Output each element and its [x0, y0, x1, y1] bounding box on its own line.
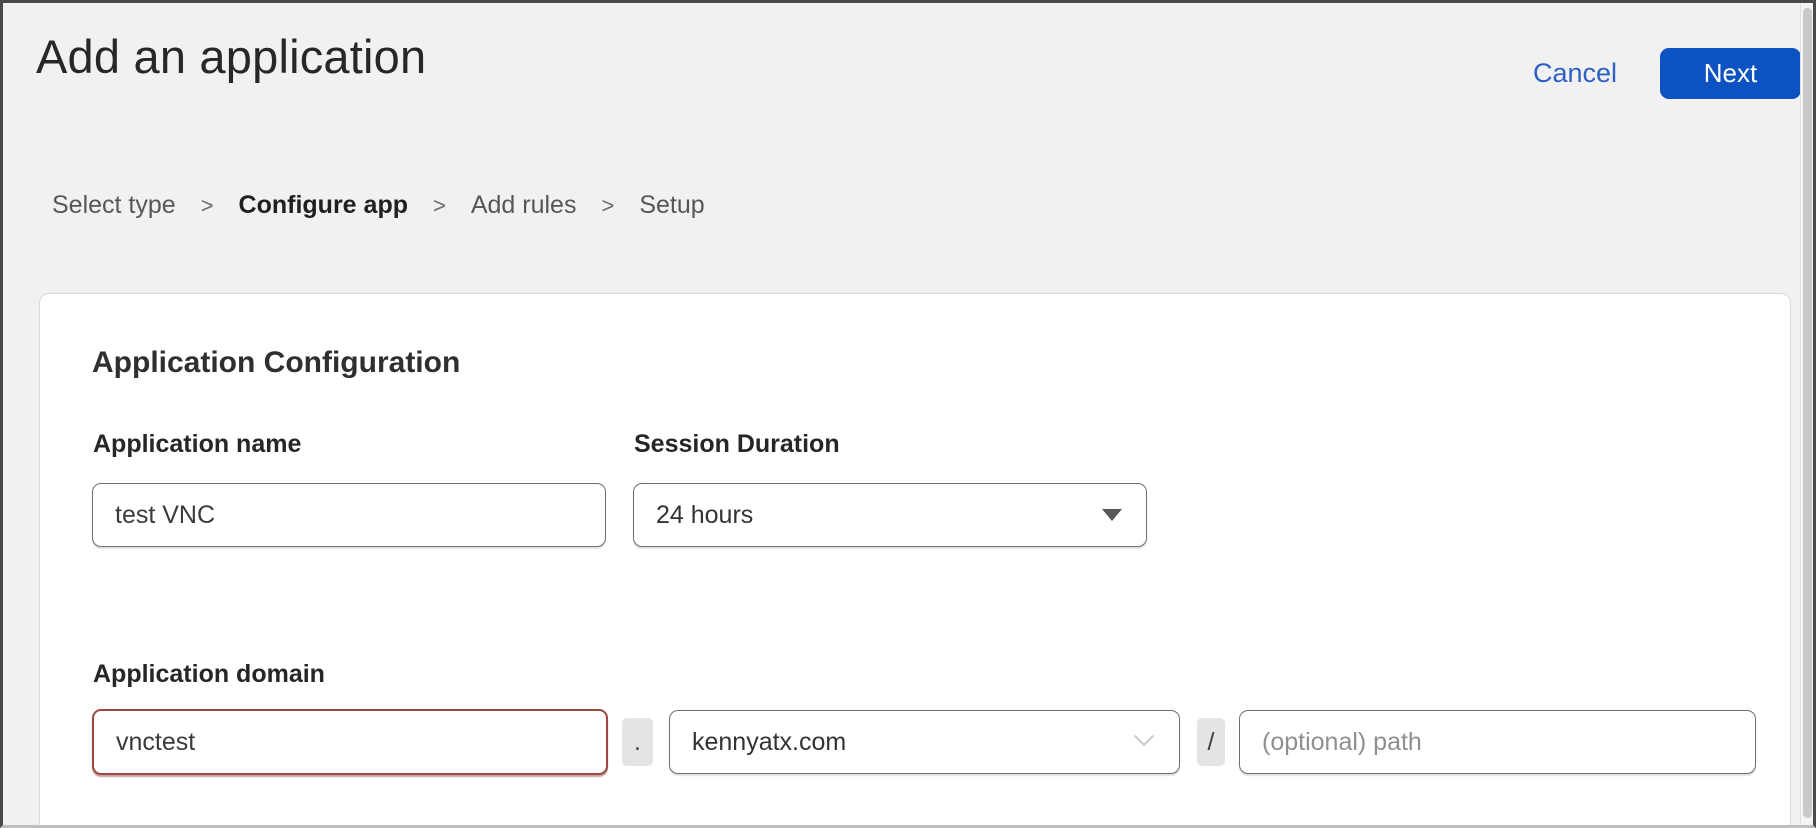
- dropdown-arrow-icon: [1102, 509, 1122, 521]
- breadcrumb-step-setup[interactable]: Setup: [639, 191, 704, 220]
- domain-select-value: kennyatx.com: [692, 728, 846, 757]
- path-input[interactable]: [1239, 710, 1756, 774]
- scrollbar-thumb[interactable]: [1803, 8, 1812, 818]
- breadcrumb: Select type > Configure app > Add rules …: [52, 191, 705, 220]
- breadcrumb-separator: >: [201, 193, 214, 219]
- domain-select[interactable]: kennyatx.com: [669, 710, 1180, 774]
- scrollbar[interactable]: [1800, 3, 1813, 825]
- application-domain-label: Application domain: [93, 660, 325, 689]
- breadcrumb-separator: >: [601, 193, 614, 219]
- dot-separator: .: [622, 718, 653, 766]
- subdomain-input[interactable]: [92, 709, 608, 775]
- session-duration-label: Session Duration: [634, 430, 840, 459]
- next-button[interactable]: Next: [1660, 48, 1801, 99]
- page-title: Add an application: [36, 29, 426, 84]
- session-duration-select[interactable]: 24 hours: [633, 483, 1147, 547]
- breadcrumb-step-add-rules[interactable]: Add rules: [471, 191, 577, 220]
- cancel-button[interactable]: Cancel: [1533, 58, 1617, 89]
- session-duration-value: 24 hours: [656, 501, 753, 530]
- configuration-card: Application Configuration Application na…: [39, 293, 1791, 828]
- card-heading: Application Configuration: [92, 346, 460, 380]
- chevron-down-icon: [1134, 726, 1154, 746]
- slash-separator: /: [1197, 718, 1225, 766]
- add-application-page: Add an application Cancel Next Select ty…: [0, 0, 1816, 828]
- application-name-label: Application name: [93, 430, 301, 459]
- application-name-input[interactable]: [92, 483, 606, 547]
- breadcrumb-separator: >: [433, 193, 446, 219]
- breadcrumb-step-select-type[interactable]: Select type: [52, 191, 176, 220]
- breadcrumb-step-configure-app[interactable]: Configure app: [239, 191, 408, 220]
